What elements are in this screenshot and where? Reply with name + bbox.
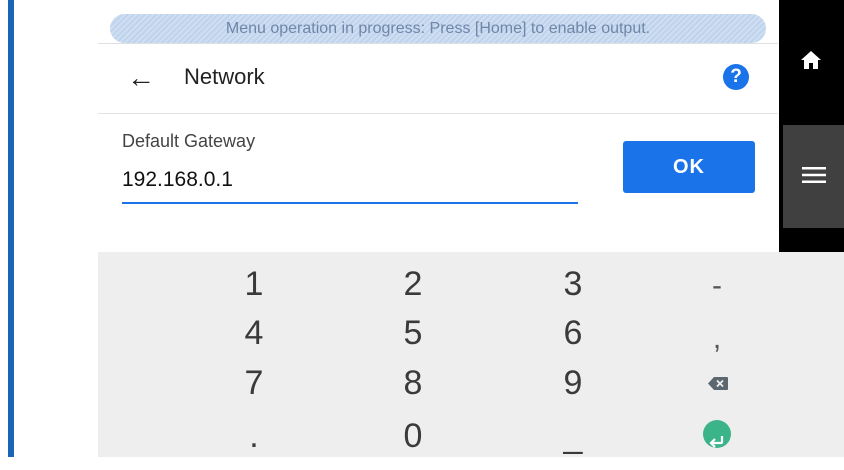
default-gateway-input[interactable] [122, 158, 578, 204]
menu-button[interactable] [783, 125, 844, 228]
key-comma[interactable]: , [657, 314, 777, 364]
enter-icon [703, 420, 731, 448]
backspace-icon [708, 377, 728, 390]
key-dash[interactable]: - [657, 261, 777, 311]
home-icon [801, 51, 821, 69]
left-edge-bar [8, 0, 14, 457]
divider [98, 43, 778, 44]
enter-key[interactable] [657, 411, 777, 461]
field-label: Default Gateway [122, 131, 256, 151]
key-3[interactable]: 3 [513, 259, 633, 309]
key-underscore[interactable]: _ [513, 411, 633, 461]
key-6[interactable]: 6 [513, 308, 633, 358]
key-dot[interactable]: . [194, 411, 314, 461]
key-7[interactable]: 7 [194, 358, 314, 408]
key-5[interactable]: 5 [353, 308, 473, 358]
key-4[interactable]: 4 [194, 308, 314, 358]
key-2[interactable]: 2 [353, 259, 473, 309]
hamburger-menu-icon [802, 167, 826, 183]
ok-button[interactable]: OK [623, 141, 755, 193]
numeric-keyboard: 1 2 3 - 4 5 6 , 7 8 9 . 0 _ [98, 252, 844, 457]
help-icon[interactable]: ? [723, 64, 749, 90]
key-1[interactable]: 1 [194, 259, 314, 309]
home-button[interactable] [779, 0, 844, 125]
divider [98, 113, 778, 114]
backspace-key[interactable] [657, 358, 777, 408]
status-banner: Menu operation in progress: Press [Home]… [110, 14, 766, 43]
back-arrow-icon[interactable]: ← [124, 60, 158, 96]
key-8[interactable]: 8 [353, 358, 473, 408]
key-0[interactable]: 0 [353, 411, 473, 461]
page-title: Network [184, 64, 265, 89]
key-9[interactable]: 9 [513, 358, 633, 408]
